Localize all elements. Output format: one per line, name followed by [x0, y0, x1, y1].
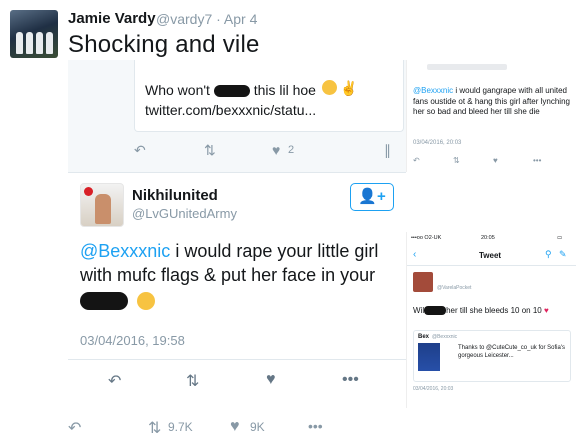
- nav-bar: ‹ Tweet ⚲ ✎: [407, 246, 576, 266]
- compose-icon: ✎: [559, 249, 567, 259]
- card-author-handle: @Bexxxnic: [432, 334, 458, 340]
- tweet-action-bar: ↶ ⇅ 9.7K ♥ 9K •••: [68, 418, 368, 438]
- retweet-icon: ⇅: [204, 142, 216, 158]
- add-user-icon: 👤+: [358, 188, 386, 205]
- reply-author-handle: @LvGUnitedArmy: [132, 206, 237, 221]
- cropped-header: [427, 64, 507, 70]
- mention-link: @Bexxxnic: [413, 86, 454, 95]
- like-count: 9K: [250, 420, 265, 434]
- more-icon[interactable]: •••: [308, 418, 323, 434]
- reply-text-1: i would rape your little girl: [170, 241, 379, 261]
- search-icon: ⚲: [545, 249, 552, 259]
- mention-link: @Bexxxnic: [80, 241, 171, 261]
- more-icon: •••: [342, 371, 359, 388]
- author-name[interactable]: Jamie Vardy: [68, 10, 156, 27]
- quoted-action-bar: ↶ ⇅ ♥ 2 ∥: [134, 142, 404, 160]
- reply-icon: ↶: [108, 373, 122, 390]
- quoted-text-end: this lil hoe: [253, 82, 316, 98]
- redaction-bar: [80, 292, 128, 311]
- avatar: [413, 272, 433, 292]
- heart-emoji-icon: ♥: [543, 306, 549, 315]
- reply-icon: ↶: [413, 156, 420, 165]
- retweet-icon: ⇅: [453, 156, 460, 165]
- retweet-icon: ⇅: [186, 373, 200, 390]
- redaction-bar: [424, 306, 447, 316]
- follow-button: 👤+: [350, 183, 394, 211]
- back-icon: ‹: [413, 249, 417, 260]
- reply-icon: ↶: [134, 142, 146, 158]
- quoted-tweet-card: Bex @Bexxxnic Thanks to @CuteCute_co_uk …: [413, 330, 571, 382]
- status-bar: •••oo O2-UK 20:05 ▭: [407, 232, 576, 244]
- battery-icon: ▭: [557, 235, 563, 241]
- like-icon: ♥: [266, 371, 276, 388]
- reply-timestamp: 03/04/2016, 19:58: [80, 333, 185, 348]
- quoted-link: twitter.com/bexxxnic/statu...: [145, 102, 317, 118]
- quoted-tweet-card: Who won't this lil hoe ✌ twitter.com/bex…: [134, 60, 404, 132]
- more-icon: •••: [533, 156, 542, 165]
- carrier-label: •••oo O2-UK: [411, 235, 442, 241]
- avatar[interactable]: [10, 10, 58, 58]
- card-author-name: Bex: [418, 334, 430, 340]
- embedded-screenshot-bottom-right: •••oo O2-UK 20:05 ▭ ‹ Tweet ⚲ ✎ @VarelaP…: [406, 232, 576, 408]
- card-image: [418, 343, 440, 371]
- laughing-emoji-icon: [137, 292, 156, 311]
- reply-tweet-card: Nikhilunited @LvGUnitedArmy 👤+ @Bexxxnic…: [68, 172, 406, 410]
- tweet-timestamp: 03/04/2016, 20:03: [413, 386, 454, 392]
- retweet-icon[interactable]: ⇅: [148, 418, 161, 438]
- analytics-icon: ∥: [384, 142, 391, 158]
- redaction-bar: [213, 85, 250, 98]
- card-text: Thanks to @CuteCute_co_uk for Sofia's go…: [458, 345, 565, 359]
- ok-hand-emoji-icon: ✌: [340, 80, 358, 96]
- embedded-screenshot-top-right: @Bexxxnic i would gangrape with all unit…: [406, 60, 576, 172]
- tweet-text: Shocking and vile: [68, 31, 260, 58]
- action-bar: ↶ ⇅ ♥ •••: [413, 156, 563, 166]
- heart-eyes-emoji-icon: [322, 80, 337, 95]
- embedded-screenshot-main: Who won't this lil hoe ✌ twitter.com/bex…: [68, 60, 406, 410]
- tweet-text-end: her till she bleeds 10 on 10: [446, 306, 542, 315]
- reply-action-bar: ↶ ⇅ ♥ •••: [108, 371, 388, 390]
- tweet-text-start: Wil: [413, 306, 425, 315]
- nav-title: Tweet: [479, 251, 502, 260]
- author-handle: @VarelaPocket: [437, 285, 472, 291]
- divider: [68, 359, 406, 360]
- like-icon[interactable]: ♥: [230, 418, 240, 436]
- quoted-text-start: Who won't: [145, 82, 210, 98]
- reply-text-2: with mufc flags & put her face in your: [80, 265, 376, 285]
- retweet-count: 9.7K: [168, 420, 193, 434]
- like-count: 2: [288, 144, 295, 156]
- reply-icon[interactable]: ↶: [68, 418, 81, 438]
- reply-author-name: Nikhilunited: [132, 187, 218, 204]
- author-handle-date[interactable]: @vardy7 · Apr 4: [156, 11, 257, 27]
- tweet-timestamp: 03/04/2016, 20:03: [413, 140, 462, 146]
- like-icon: ♥: [493, 156, 498, 165]
- avatar: [80, 183, 124, 227]
- like-icon: ♥: [272, 142, 281, 158]
- clock-label: 20:05: [481, 235, 495, 241]
